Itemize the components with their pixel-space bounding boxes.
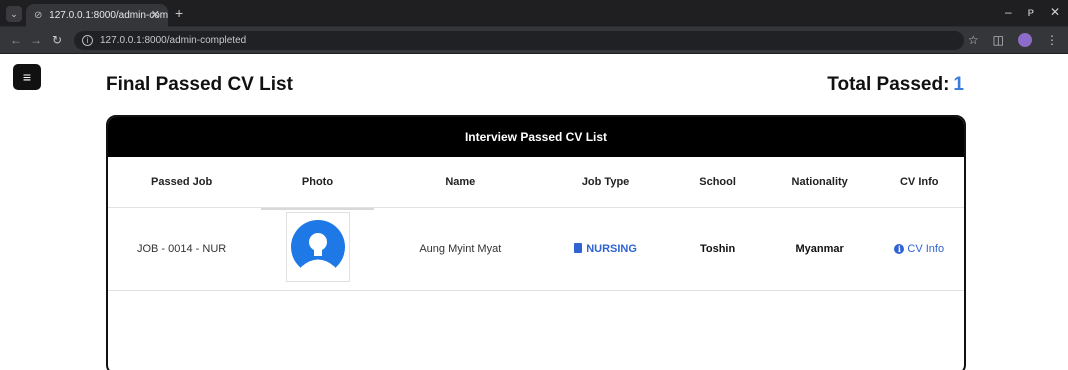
site-info-icon[interactable]: i	[82, 35, 93, 46]
table-row: JOB - 0014 - NUR Aung Myint Myat NURSING…	[108, 207, 964, 291]
column-header-nationality: Nationality	[764, 157, 875, 208]
card-title: Interview Passed CV List	[108, 117, 964, 157]
document-icon	[574, 242, 583, 253]
site-icon: ⊘	[34, 10, 43, 21]
column-header-name: Name	[379, 157, 541, 208]
close-tab-icon[interactable]: ✕	[151, 4, 160, 27]
total-passed-count: 1	[953, 74, 964, 95]
table-header-row: Passed Job Photo Name Job Type School Na…	[108, 157, 964, 208]
candidate-photo	[285, 212, 350, 282]
passed-cv-table: Passed Job Photo Name Job Type School Na…	[108, 157, 964, 291]
extensions-icon[interactable]: ◫	[993, 33, 1004, 47]
tab-search-icon[interactable]: ⌄	[6, 6, 22, 22]
nationality-cell: Myanmar	[764, 207, 875, 291]
sidebar-toggle-button[interactable]: ≡	[13, 64, 41, 90]
column-header-photo: Photo	[255, 157, 380, 208]
passed-cv-card: Interview Passed CV List Passed Job Phot…	[106, 115, 966, 370]
profile-avatar-icon[interactable]	[1018, 33, 1032, 47]
school-cell: Toshin	[670, 207, 765, 291]
page-title: Final Passed CV List	[106, 74, 293, 95]
close-window-icon[interactable]: ✕	[1050, 5, 1060, 19]
more-menu-icon[interactable]: ⋮	[1046, 33, 1058, 47]
restore-icon[interactable]: ᴘ	[1028, 5, 1034, 19]
job-type-label: NURSING	[586, 242, 637, 255]
total-passed-label: Total Passed:	[827, 74, 950, 95]
browser-tab-strip: ⌄ ⊘ 127.0.0.1:8000/admin-complete ✕ + – …	[0, 0, 1068, 27]
reload-icon[interactable]: ↻	[52, 33, 62, 47]
cv-info-link[interactable]: i CV Info	[894, 243, 944, 255]
column-header-school: School	[670, 157, 765, 208]
forward-icon[interactable]: →	[30, 33, 42, 47]
back-icon[interactable]: ←	[10, 33, 22, 47]
window-controls: – ᴘ ✕	[1005, 5, 1060, 19]
column-header-cv-info: CV Info	[874, 157, 964, 208]
url-text: 127.0.0.1:8000/admin-completed	[100, 35, 247, 46]
name-cell: Aung Myint Myat	[379, 207, 541, 291]
minimize-icon[interactable]: –	[1005, 5, 1012, 19]
bookmark-star-icon[interactable]: ☆	[968, 33, 979, 47]
photo-cell	[255, 207, 380, 291]
browser-toolbar: ← → ↻ i 127.0.0.1:8000/admin-completed ☆ …	[0, 27, 1068, 54]
cv-info-cell: i CV Info	[874, 207, 964, 291]
new-tab-icon[interactable]: +	[175, 5, 183, 21]
column-header-job-type: Job Type	[540, 157, 671, 208]
column-header-passed-job: Passed Job	[108, 157, 256, 208]
passed-job-cell: JOB - 0014 - NUR	[108, 207, 256, 291]
info-icon: i	[894, 243, 905, 254]
user-avatar-icon	[288, 215, 347, 279]
address-bar[interactable]: i 127.0.0.1:8000/admin-completed	[74, 31, 964, 50]
job-type-cell: NURSING	[540, 207, 671, 291]
toolbar-actions: ☆ ◫ ⋮	[968, 33, 1058, 47]
total-passed: Total Passed: 1	[827, 74, 964, 96]
browser-tab[interactable]: ⊘ 127.0.0.1:8000/admin-complete ✕	[26, 4, 168, 27]
cv-info-label: CV Info	[907, 242, 945, 255]
